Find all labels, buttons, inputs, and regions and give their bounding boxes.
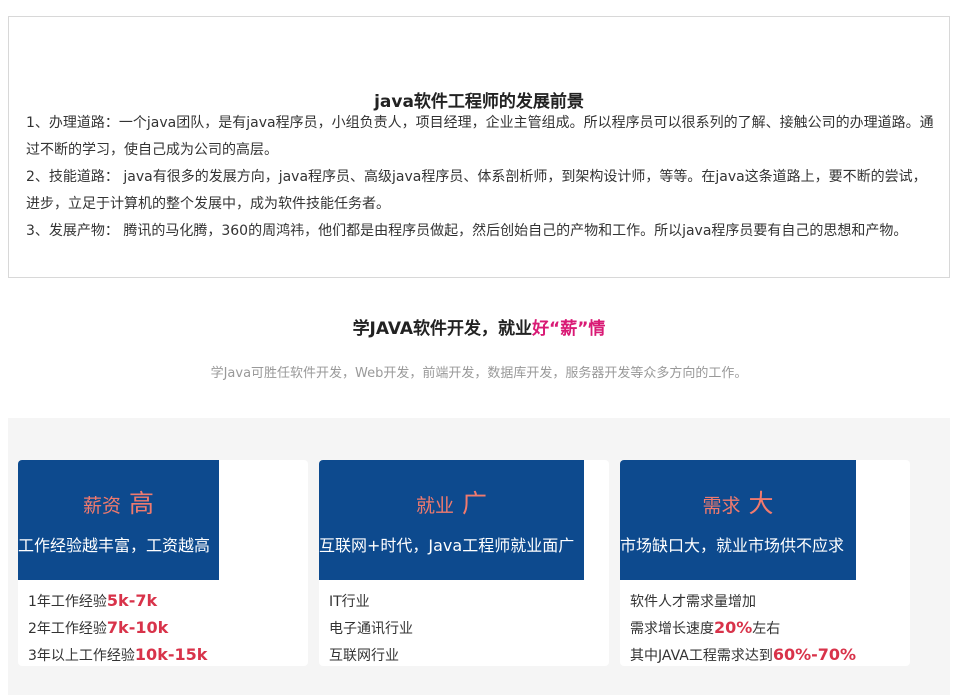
list-item: 软件人才需求量增加 [630,588,856,615]
intro-paragraphs: 1、办理道路：一个java团队，是有java程序员，小组负责人，项目经理，企业主… [26,110,936,245]
card-employment: 就业广 互联网+时代，Java工程师就业面广 IT行业 电子通讯行业 互联网行业 [319,460,609,666]
list-item: 其中JAVA工程需求达到60%-70% [630,642,856,666]
card-title-big: 高 [129,489,155,518]
list-item: 3年以上工作经验10k-15k [28,642,207,666]
card-title-big: 大 [748,489,774,518]
section-title-prefix: 学JAVA软件开发，就业 [352,319,533,339]
list-item: IT行业 [329,588,413,615]
section-subtitle: 学Java可胜任软件开发，Web开发，前端开发，数据库开发，服务器开发等众多方向… [210,366,748,381]
item-label: IT行业 [329,594,370,610]
cards-area: 薪资高 工作经验越丰富，工资越高 1年工作经验5k-7k 2年工作经验7k-10… [8,418,950,695]
intro-title: java软件工程师的发展前景 [374,92,584,112]
item-label: 3年以上工作经验 [28,648,135,664]
item-value: 5k-7k [106,591,158,610]
item-label: 2年工作经验 [28,621,107,637]
intro-panel: java软件工程师的发展前景 1、办理道路：一个java团队，是有java程序员… [8,16,950,278]
item-label: 其中JAVA工程需求达到 [630,648,773,664]
item-label: 1年工作经验 [28,594,107,610]
card-banner: 薪资高 工作经验越丰富，工资越高 [18,460,219,580]
card-list: 软件人才需求量增加 需求增长速度20%左右 其中JAVA工程需求达到60%-70… [630,588,856,666]
item-value: 7k-10k [106,618,169,637]
item-suffix: 左右 [752,621,781,637]
card-desc: 市场缺口大，就业市场供不应求 [620,536,845,555]
section-title: 学JAVA软件开发，就业好“薪”情 [0,314,958,339]
list-item: 电子通讯行业 [329,615,413,642]
card-desc: 工作经验越丰富，工资越高 [18,536,211,555]
card-title-text: 薪资 [82,495,121,517]
list-item: 互联网行业 [329,642,413,666]
card-list: IT行业 电子通讯行业 互联网行业 [329,588,413,666]
card-title-text: 需求 [702,495,741,517]
list-item: 需求增长速度20%左右 [630,615,856,642]
card-title: 就业广 [319,484,584,520]
list-item: 2年工作经验7k-10k [28,615,207,642]
intro-paragraph: 2、技能道路： java有很多的发展方向，java程序员、高级java程序员、体… [26,169,927,212]
item-label: 软件人才需求量增加 [630,594,756,610]
card-title: 薪资高 [18,484,219,520]
item-value: 10k-15k [134,645,208,664]
intro-paragraph: 1、办理道路：一个java团队，是有java程序员，小组负责人，项目经理，企业主… [26,115,934,158]
item-label: 需求增长速度 [630,621,714,637]
card-demand: 需求大 市场缺口大，就业市场供不应求 软件人才需求量增加 需求增长速度20%左右… [620,460,910,666]
card-title: 需求大 [620,484,856,520]
card-title-text: 就业 [415,495,454,517]
card-list: 1年工作经验5k-7k 2年工作经验7k-10k 3年以上工作经验10k-15k [28,588,207,666]
intro-paragraph: 3、发展产物： 腾讯的马化腾，360的周鸿祎，他们都是由程序员做起，然后创始自己… [26,223,908,239]
item-label: 电子通讯行业 [329,621,413,637]
card-banner: 就业广 互联网+时代，Java工程师就业面广 [319,460,584,580]
card-banner: 需求大 市场缺口大，就业市场供不应求 [620,460,856,580]
list-item: 1年工作经验5k-7k [28,588,207,615]
item-label: 互联网行业 [329,648,399,664]
section-title-highlight: 好“薪”情 [532,319,606,339]
card-title-big: 广 [462,489,488,518]
card-desc: 互联网+时代，Java工程师就业面广 [319,536,575,555]
card-salary: 薪资高 工作经验越丰富，工资越高 1年工作经验5k-7k 2年工作经验7k-10… [18,460,308,666]
item-value: 60%-70% [772,645,857,664]
item-value: 20% [714,618,753,637]
